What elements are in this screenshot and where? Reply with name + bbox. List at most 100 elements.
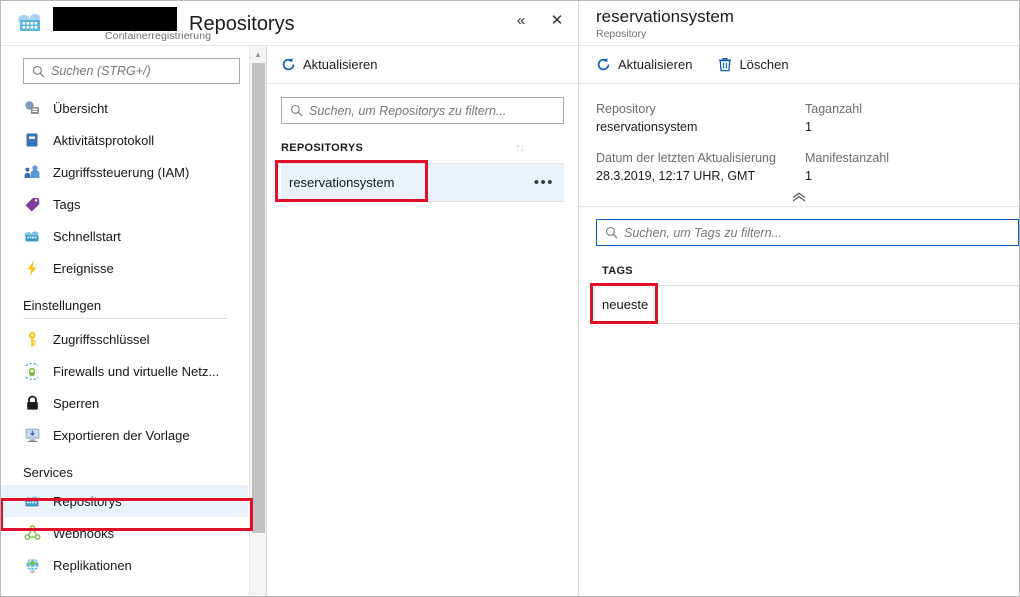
sidebar-item-label: Schnellstart: [53, 228, 121, 244]
collapse-properties-button[interactable]: [579, 192, 1019, 202]
blade-header: Repositorys Containerregistrierung « ✕: [1, 1, 578, 46]
property-label: Repository: [596, 102, 656, 116]
scroll-up-arrow[interactable]: ▲: [250, 46, 266, 62]
sidebar-item-tags[interactable]: Tags: [1, 188, 248, 220]
sidebar-item-label: Replikationen: [53, 557, 132, 573]
firewall-icon: [23, 362, 41, 380]
refresh-button-label: Aktualisieren: [303, 57, 378, 72]
property-label: Datum der letzten Aktualisierung: [596, 151, 776, 165]
sidebar-item-label: Übersicht: [53, 100, 108, 116]
repository-blade-header: reservationsystem Repository: [579, 1, 1019, 46]
property-repository: Repository reservationsystem: [596, 100, 793, 136]
export-template-icon: [23, 426, 41, 444]
azure-portal-window: Repositorys Containerregistrierung « ✕ S…: [0, 0, 1020, 597]
sidebar-item-exportieren-der-vorlage[interactable]: Exportieren der Vorlage: [1, 419, 248, 451]
tags-column-header: TAGS: [596, 256, 1019, 286]
sidebar-item-webhooks[interactable]: Webhooks: [1, 517, 248, 549]
nav-scrollbar[interactable]: ▲: [249, 46, 266, 596]
repositories-filter-input[interactable]: Suchen, um Repositorys zu filtern...: [281, 97, 564, 124]
sidebar-item-replikationen[interactable]: Replikationen: [1, 549, 248, 581]
search-input[interactable]: Suchen (STRG+/): [23, 58, 240, 84]
repository-title: reservationsystem: [596, 7, 734, 26]
sidebar-item-zugriffsschlussel[interactable]: Zugriffsschlüssel: [1, 323, 248, 355]
property-tag-count: Taganzahl 1: [805, 100, 1002, 136]
left-navigation: Suchen (STRG+/) «: [1, 46, 267, 596]
blade-title-group: Repositorys Containerregistrierung: [53, 3, 295, 43]
property-value: reservationsystem: [596, 120, 698, 134]
sidebar-item-aktivitatsprotokoll[interactable]: Aktivitätsprotokoll: [1, 124, 248, 156]
container-registry-icon: [15, 10, 45, 36]
collapse-blade-button[interactable]: «: [510, 9, 532, 31]
sidebar-item-label: Sperren: [53, 395, 100, 411]
sort-toggle-icon[interactable]: ↑↓: [515, 142, 564, 154]
row-context-menu-button[interactable]: •••: [534, 174, 554, 191]
events-icon: [23, 259, 41, 277]
tag-list-item[interactable]: neueste: [590, 283, 1019, 324]
property-value: 28.3.2019, 12:17 UHR, GMT: [596, 169, 756, 183]
replications-icon: [23, 556, 41, 574]
sidebar-item-label: Webhooks: [53, 525, 115, 541]
tag-icon: [23, 195, 41, 213]
scrollbar-thumb[interactable]: [252, 63, 265, 533]
search-icon: [605, 226, 618, 239]
key-icon: [23, 330, 41, 348]
repositories-column-header-label: REPOSITORYS: [281, 142, 364, 154]
close-blade-button[interactable]: ✕: [546, 9, 568, 31]
chevron-up-icon: [792, 192, 806, 202]
repository-refresh-label: Aktualisieren: [618, 57, 693, 72]
sidebar-item-ereignisse[interactable]: Ereignisse: [1, 252, 248, 284]
nav-section-services: Services: [23, 465, 73, 480]
search-icon: [32, 65, 45, 78]
sidebar-item-label: Zugriffssteuerung (IAM): [53, 164, 190, 180]
repository-command-bar: Aktualisieren Löschen: [579, 46, 1019, 84]
repository-name: reservationsystem: [289, 175, 395, 190]
property-value: 1: [805, 120, 812, 134]
sidebar-item-label: Exportieren der Vorlage: [53, 427, 190, 443]
tags-column-header-label: TAGS: [602, 264, 633, 277]
repository-refresh-button[interactable]: Aktualisieren: [596, 57, 692, 72]
redacted-registry-name: [53, 7, 177, 31]
container-registry-blade: Repositorys Containerregistrierung « ✕ S…: [1, 1, 579, 596]
property-last-updated: Datum der letzten Aktualisierung 28.3.20…: [596, 149, 793, 185]
repository-blade: reservationsystem Repository Aktualisier…: [579, 1, 1019, 596]
nav-section-einstellungen: Einstellungen: [23, 298, 102, 313]
sidebar-item-zugriffssteuerung-iam[interactable]: Zugriffssteuerung (IAM): [1, 156, 248, 188]
refresh-icon: [596, 57, 611, 72]
blade-body: Suchen (STRG+/) «: [1, 46, 578, 596]
sidebar-item-label: Aktivitätsprotokoll: [53, 132, 155, 148]
tags-filter-wrap: Suchen, um Tags zu filtern...: [579, 207, 1019, 246]
repository-subtitle: Repository: [596, 28, 647, 40]
table-row[interactable]: reservationsystem •••: [275, 160, 564, 202]
sidebar-item-sperren[interactable]: Sperren: [1, 387, 248, 419]
repositories-filter-placeholder: Suchen, um Repositorys zu filtern...: [309, 103, 507, 118]
sidebar-item-label: Ereignisse: [53, 260, 114, 276]
sidebar-item-label: Zugriffsschlüssel: [53, 331, 150, 347]
property-manifest-count: Manifestanzahl 1: [805, 149, 1002, 185]
sidebar-item-label: Repositorys: [53, 493, 122, 509]
properties-left-column: Repository reservationsystem Datum der l…: [596, 100, 793, 198]
tag-name: neueste: [602, 297, 649, 312]
properties-right-column: Taganzahl 1 Manifestanzahl 1: [793, 100, 1002, 198]
container-registry-icon: [23, 492, 41, 510]
blade-subtitle: Containerregistrierung: [105, 30, 212, 42]
sidebar-item-repositorys[interactable]: Repositorys: [1, 485, 248, 517]
overview-icon: [23, 99, 41, 117]
refresh-button[interactable]: Aktualisieren: [281, 57, 377, 72]
lock-icon: [23, 394, 41, 412]
repository-delete-button[interactable]: Löschen: [718, 57, 789, 72]
sidebar-item-label: Firewalls und virtuelle Netz...: [53, 363, 220, 379]
nav-search-row: Suchen (STRG+/) «: [1, 46, 266, 92]
tags-filter-input[interactable]: Suchen, um Tags zu filtern...: [596, 219, 1019, 246]
sidebar-item-firewalls-und-virtuelle-netzwerke[interactable]: Firewalls und virtuelle Netz...: [1, 355, 248, 387]
search-icon: [290, 104, 303, 117]
repositories-panel: Aktualisieren Suchen, um Repositorys zu …: [267, 46, 578, 596]
quickstart-icon: [23, 227, 41, 245]
trash-icon: [718, 57, 732, 72]
nav-divider: [23, 318, 228, 319]
sidebar-item-ubersicht[interactable]: Übersicht: [1, 92, 248, 124]
property-value: 1: [805, 169, 812, 183]
repository-properties: Repository reservationsystem Datum der l…: [579, 84, 1019, 207]
sidebar-item-schnellstart[interactable]: Schnellstart: [1, 220, 248, 252]
repositories-column-header: REPOSITORYS ↑↓: [281, 133, 564, 164]
sidebar-item-label: Tags: [53, 196, 81, 212]
